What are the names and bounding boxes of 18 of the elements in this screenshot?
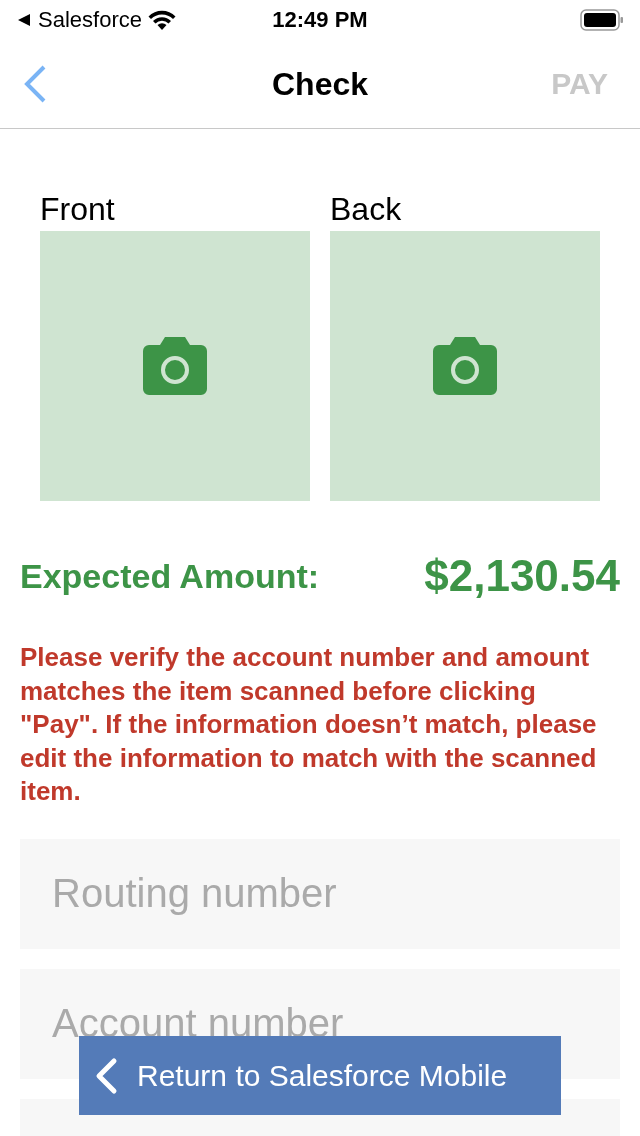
camera-icon	[143, 337, 207, 395]
input-field[interactable]: Routing number	[20, 838, 620, 949]
status-time: 12:49 PM	[272, 7, 368, 33]
amount-label: Expected Amount:	[20, 556, 320, 596]
camera-icon	[433, 337, 497, 395]
page-title: Check	[271, 65, 368, 103]
battery-icon	[580, 9, 624, 31]
back-triangle-icon[interactable]	[16, 12, 32, 28]
photo-label: Back	[330, 190, 403, 229]
return-toast[interactable]: Return to Salesforce Mobile	[79, 1036, 561, 1115]
back-chevron-icon[interactable]	[22, 64, 48, 104]
wifi-icon	[147, 10, 176, 30]
warning-text: Please verify the account number and amount matches the item scanned before clicking "Pay". If the information doesn’t match, please edit the information to match with the scanned item.	[20, 641, 598, 808]
photo-label: Front	[40, 190, 116, 229]
back-app-label[interactable]: Salesforce	[38, 7, 142, 33]
photo-tile[interactable]	[40, 231, 310, 501]
photo-tile[interactable]	[330, 231, 600, 501]
amount-value: $2,130.54	[424, 551, 620, 601]
